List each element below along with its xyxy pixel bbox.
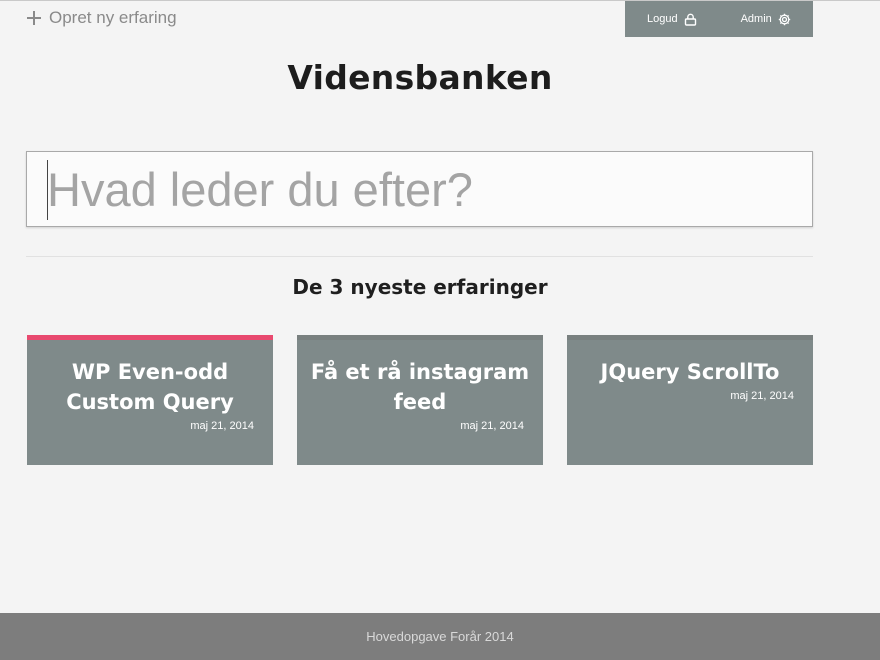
new-experience-label: Opret ny erfaring xyxy=(49,8,177,27)
text-caret xyxy=(47,160,48,220)
search-box xyxy=(26,151,813,227)
user-bar: Logud Admin xyxy=(625,1,813,37)
section-divider xyxy=(26,256,813,257)
new-experience-link[interactable]: Opret ny erfaring xyxy=(27,8,177,28)
experience-card-wp-even-odd[interactable]: WP Even-odd Custom Query maj 21, 2014 xyxy=(27,335,273,465)
admin-button[interactable]: Admin xyxy=(741,13,791,26)
site-title: Vidensbanken xyxy=(287,58,553,97)
plus-icon xyxy=(27,11,41,25)
gear-icon xyxy=(778,13,791,26)
card-date: maj 21, 2014 xyxy=(190,420,254,432)
card-date: maj 21, 2014 xyxy=(730,390,794,402)
footer-text: Hovedopgave Forår 2014 xyxy=(366,629,514,644)
card-date: maj 21, 2014 xyxy=(460,420,524,432)
experience-card-instagram-feed[interactable]: Få et rå instagram feed maj 21, 2014 xyxy=(297,335,543,465)
card-title: JQuery ScrollTo xyxy=(600,360,780,384)
search-input[interactable] xyxy=(27,152,812,226)
footer: Hovedopgave Forår 2014 xyxy=(0,613,880,660)
admin-label: Admin xyxy=(740,13,772,25)
experience-card-jquery-scrollto[interactable]: JQuery ScrollTo maj 21, 2014 xyxy=(567,335,813,465)
lock-icon xyxy=(684,13,697,26)
latest-heading: De 3 nyeste erfaringer xyxy=(292,275,548,299)
logout-label: Logud xyxy=(647,13,678,25)
card-title: Få et rå instagram feed xyxy=(310,360,530,414)
logout-button[interactable]: Logud xyxy=(647,13,697,26)
card-title: WP Even-odd Custom Query xyxy=(66,360,234,414)
